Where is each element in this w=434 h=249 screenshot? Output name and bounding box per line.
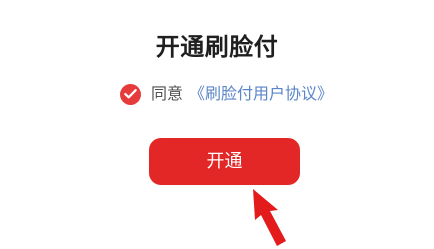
page-title: 开通刷脸付 [155,33,279,61]
agreement-row: 同意 《刷脸付用户协议》 [120,82,333,106]
check-icon[interactable] [120,83,141,105]
agreement-prefix: 同意 [151,84,184,103]
face-pay-page: 开通刷脸付 同意 《刷脸付用户协议》 开通 [0,0,434,249]
arrow-pointer-icon [253,189,286,246]
agreement-link[interactable]: 《刷脸付用户协议》 [189,84,333,104]
open-button[interactable]: 开通 [149,138,300,185]
